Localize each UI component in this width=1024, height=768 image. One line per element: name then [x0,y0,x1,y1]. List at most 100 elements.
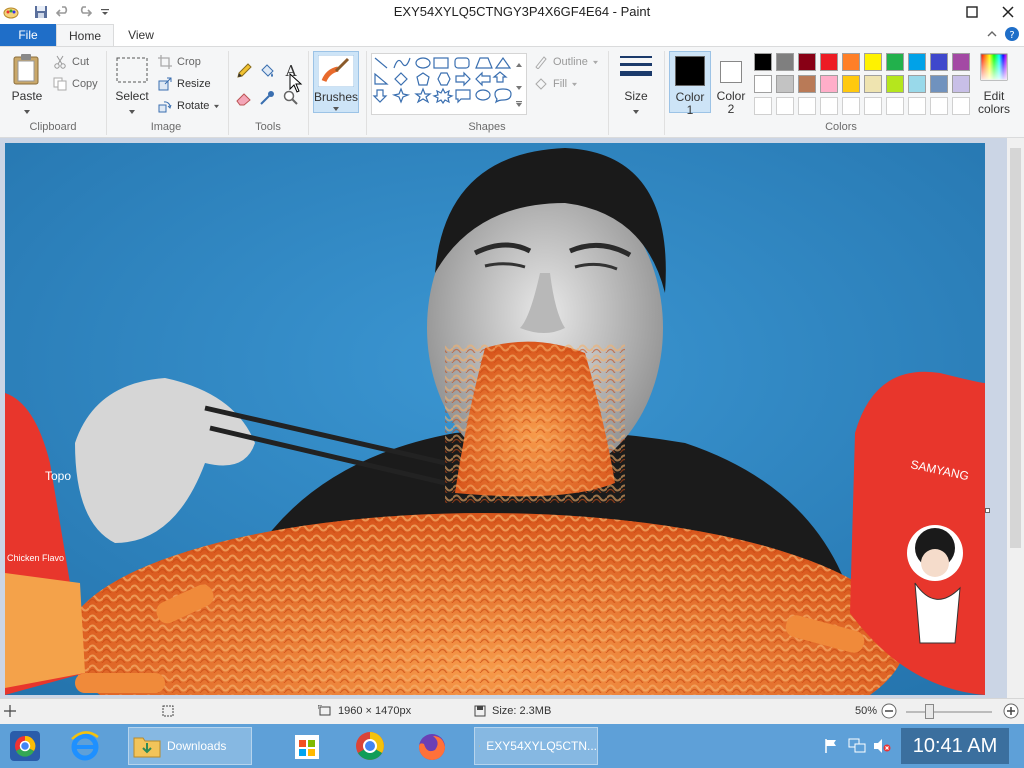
palette-swatch[interactable] [798,97,816,115]
selection-size-icon [161,705,175,717]
outline-brush-icon [533,54,549,70]
image-group-label: Image [150,121,182,133]
palette-swatch[interactable] [886,75,904,93]
canvas-image: Topo Chicken Flavo SAMYANG [5,143,985,695]
mouse-cursor-icon [289,72,303,96]
palette-swatch[interactable] [908,97,926,115]
crop-button[interactable]: Crop [157,54,201,70]
image-dimensions: 1960 × 1470px [318,705,411,717]
edit-colors-label-2: colors [977,102,1010,116]
fill-dropdown-icon [572,82,578,86]
palette-swatch[interactable] [842,53,860,71]
rotate-button[interactable]: Rotate [157,98,220,114]
shapes-scroll-up-icon[interactable] [515,57,523,71]
close-button[interactable] [992,0,1024,24]
size-dropdown-icon[interactable] [632,104,640,118]
firefox-icon[interactable] [416,727,448,765]
palette-swatch[interactable] [820,75,838,93]
brushes-button[interactable]: Brushes [313,51,359,113]
color-2-button[interactable]: Color 2 [712,51,750,116]
palette-swatch[interactable] [842,97,860,115]
outline-button[interactable]: Outline [533,54,599,70]
cursor-position-icon [4,705,16,717]
palette-swatch[interactable] [864,75,882,93]
palette-swatch[interactable] [798,75,816,93]
edit-colors-button[interactable]: Edit colors [978,53,1010,119]
resize-button[interactable]: Resize [157,76,211,92]
crop-icon [157,54,173,70]
shapes-scroll-down-icon[interactable] [515,80,523,94]
chrome-remote-icon[interactable] [8,727,42,765]
palette-swatch[interactable] [930,53,948,71]
package-text-left-2: Chicken Flavo [7,553,64,563]
shapes-gallery[interactable] [371,53,527,115]
scrollbar-thumb[interactable] [1010,148,1021,548]
fill-bucket-icon[interactable] [259,63,275,82]
tab-home[interactable]: Home [56,24,114,46]
zoom-in-button[interactable] [1003,703,1019,719]
palette-swatch[interactable] [864,53,882,71]
line-width-icon [620,56,652,76]
copy-button[interactable]: Copy [52,76,98,92]
shapes-more-icon[interactable] [515,97,523,111]
palette-swatch[interactable] [908,53,926,71]
clipboard-group-label: Clipboard [29,121,77,133]
palette-swatch[interactable] [776,97,794,115]
paste-button[interactable] [12,53,40,88]
clipboard-icon [13,54,39,85]
palette-swatch[interactable] [952,97,970,115]
palette-swatch[interactable] [886,97,904,115]
resize-label: Resize [177,78,211,90]
zoom-out-button[interactable] [881,703,897,719]
select-button[interactable] [116,57,148,86]
palette-swatch[interactable] [930,75,948,93]
palette-swatch[interactable] [820,97,838,115]
zoom-slider-thumb[interactable] [925,704,934,719]
select-dropdown-icon[interactable] [128,104,136,118]
internet-explorer-icon[interactable] [68,727,102,765]
brush-icon [318,55,354,87]
flag-icon[interactable] [823,727,839,765]
size-button[interactable] [619,55,653,84]
palette-swatch[interactable] [886,53,904,71]
palette-swatch[interactable] [930,97,948,115]
paint-palette-icon [479,745,481,747]
maximize-button[interactable] [956,0,988,24]
palette-swatch[interactable] [842,75,860,93]
shapes-icons [372,56,512,105]
color-1-button[interactable]: Color 1 [669,51,711,117]
dimensions-icon [318,705,331,716]
help-icon[interactable]: ? [1004,26,1020,45]
image-canvas[interactable]: Topo Chicken Flavo SAMYANG [5,143,985,695]
volume-muted-icon[interactable] [873,727,891,765]
canvas-resize-handle[interactable] [985,508,990,513]
minimize-ribbon-icon[interactable] [986,28,998,42]
downloads-taskbar-button[interactable]: Downloads [128,727,252,765]
tab-view[interactable]: View [114,24,168,46]
pencil-icon[interactable] [236,63,252,82]
fill-button[interactable]: Fill [533,76,578,92]
vertical-scrollbar[interactable] [1007,138,1024,698]
zoom-slider-track[interactable] [906,711,992,713]
palette-swatch[interactable] [952,75,970,93]
palette-swatch[interactable] [754,97,772,115]
palette-swatch[interactable] [952,53,970,71]
color-picker-icon[interactable] [259,90,275,109]
store-icon[interactable] [292,727,322,765]
palette-swatch[interactable] [820,53,838,71]
eraser-icon[interactable] [236,90,252,109]
network-icon[interactable] [848,727,866,765]
palette-swatch[interactable] [754,75,772,93]
palette-swatch[interactable] [776,53,794,71]
palette-swatch[interactable] [864,97,882,115]
tab-file[interactable]: File [0,24,56,46]
palette-swatch[interactable] [776,75,794,93]
cut-button[interactable]: Cut [52,54,89,70]
palette-swatch[interactable] [754,53,772,71]
paint-taskbar-button[interactable]: EXY54XYLQ5CTN... [474,727,598,765]
palette-swatch[interactable] [798,53,816,71]
palette-swatch[interactable] [908,75,926,93]
taskbar-clock[interactable]: 10:41 AM [901,728,1009,764]
chrome-icon[interactable] [354,727,386,765]
paste-dropdown-icon[interactable] [23,104,31,118]
